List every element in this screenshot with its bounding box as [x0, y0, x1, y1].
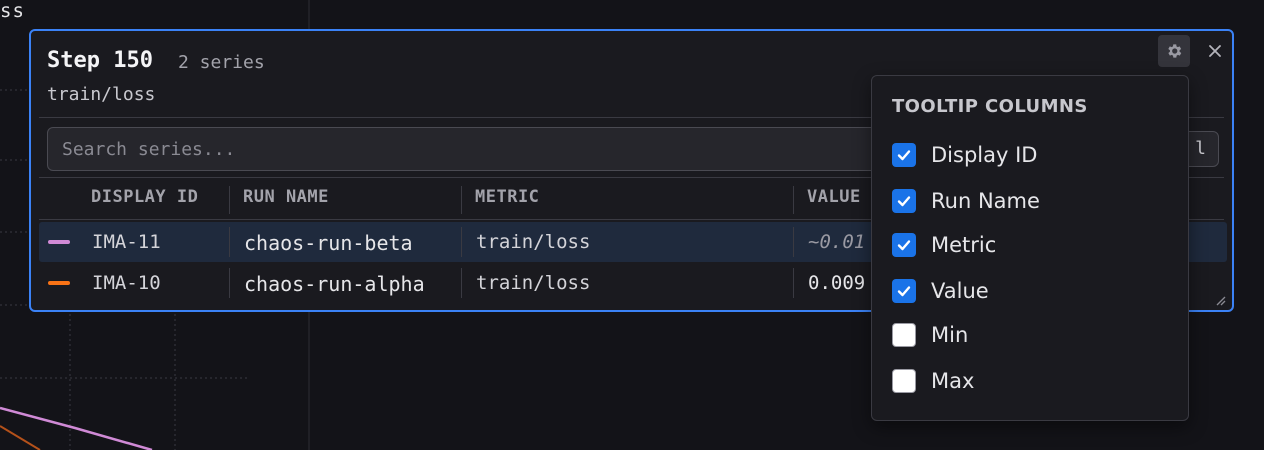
column-divider — [229, 227, 230, 257]
checkbox-checked[interactable] — [892, 143, 916, 167]
cell-display-id: IMA-11 — [92, 231, 161, 253]
column-option-value[interactable]: Value — [892, 276, 989, 306]
cell-value: ~0.01 — [808, 231, 866, 253]
series-color-swatch — [48, 240, 70, 244]
chart-series-line-alpha — [0, 425, 41, 450]
series-color-swatch — [48, 281, 70, 285]
cell-run-name: chaos-run-beta — [244, 231, 413, 255]
column-divider — [793, 186, 794, 214]
column-divider — [793, 268, 794, 298]
cell-run-name: chaos-run-alpha — [244, 272, 425, 296]
checkbox-unchecked[interactable] — [892, 369, 916, 393]
column-header-metric[interactable]: METRIC — [475, 187, 539, 207]
column-option-run-name[interactable]: Run Name — [892, 186, 1040, 216]
column-option-label: Display ID — [931, 143, 1038, 167]
column-option-label: Value — [931, 279, 989, 303]
metric-subtitle: train/loss — [47, 84, 156, 105]
checkbox-checked[interactable] — [892, 279, 916, 303]
column-divider — [461, 227, 462, 257]
chart-series-line-beta — [0, 406, 153, 450]
columns-menu-title: TOOLTIP COLUMNS — [892, 96, 1088, 117]
column-divider — [229, 268, 230, 298]
column-divider — [229, 186, 230, 214]
column-divider — [793, 227, 794, 257]
chart-title-fragment: ss — [0, 0, 25, 22]
step-label: Step 150 — [47, 48, 153, 73]
checkbox-checked[interactable] — [892, 189, 916, 213]
column-option-min[interactable]: Min — [892, 320, 968, 350]
check-icon — [897, 150, 911, 161]
tooltip-close-button[interactable] — [1203, 39, 1227, 63]
column-option-label: Metric — [931, 233, 997, 257]
column-option-max[interactable]: Max — [892, 366, 974, 396]
checkbox-checked[interactable] — [892, 233, 916, 257]
tooltip-columns-menu: TOOLTIP COLUMNS Display ID Run Name Metr… — [871, 75, 1189, 421]
tooltip-settings-button[interactable] — [1158, 35, 1190, 67]
column-option-label: Run Name — [931, 189, 1040, 213]
column-header-display-id[interactable]: DISPLAY ID — [91, 187, 198, 207]
close-icon — [1209, 45, 1221, 57]
column-divider — [461, 186, 462, 214]
column-option-metric[interactable]: Metric — [892, 230, 996, 260]
series-count: 2 series — [178, 52, 265, 73]
column-header-run-name[interactable]: RUN NAME — [243, 187, 329, 207]
column-option-display-id[interactable]: Display ID — [892, 140, 1037, 170]
gear-icon — [1168, 44, 1182, 58]
cell-display-id: IMA-10 — [92, 272, 161, 294]
column-header-value[interactable]: VALUE — [807, 187, 861, 207]
check-icon — [897, 286, 911, 297]
cell-value: 0.009 — [808, 272, 866, 294]
check-icon — [897, 196, 911, 207]
checkbox-unchecked[interactable] — [892, 323, 916, 347]
column-option-label: Min — [931, 323, 969, 347]
resize-grip-icon[interactable] — [1214, 294, 1226, 306]
column-divider — [461, 268, 462, 298]
column-option-label: Max — [931, 369, 975, 393]
cell-metric: train/loss — [476, 272, 591, 294]
check-icon — [897, 240, 911, 251]
cell-metric: train/loss — [476, 231, 591, 253]
